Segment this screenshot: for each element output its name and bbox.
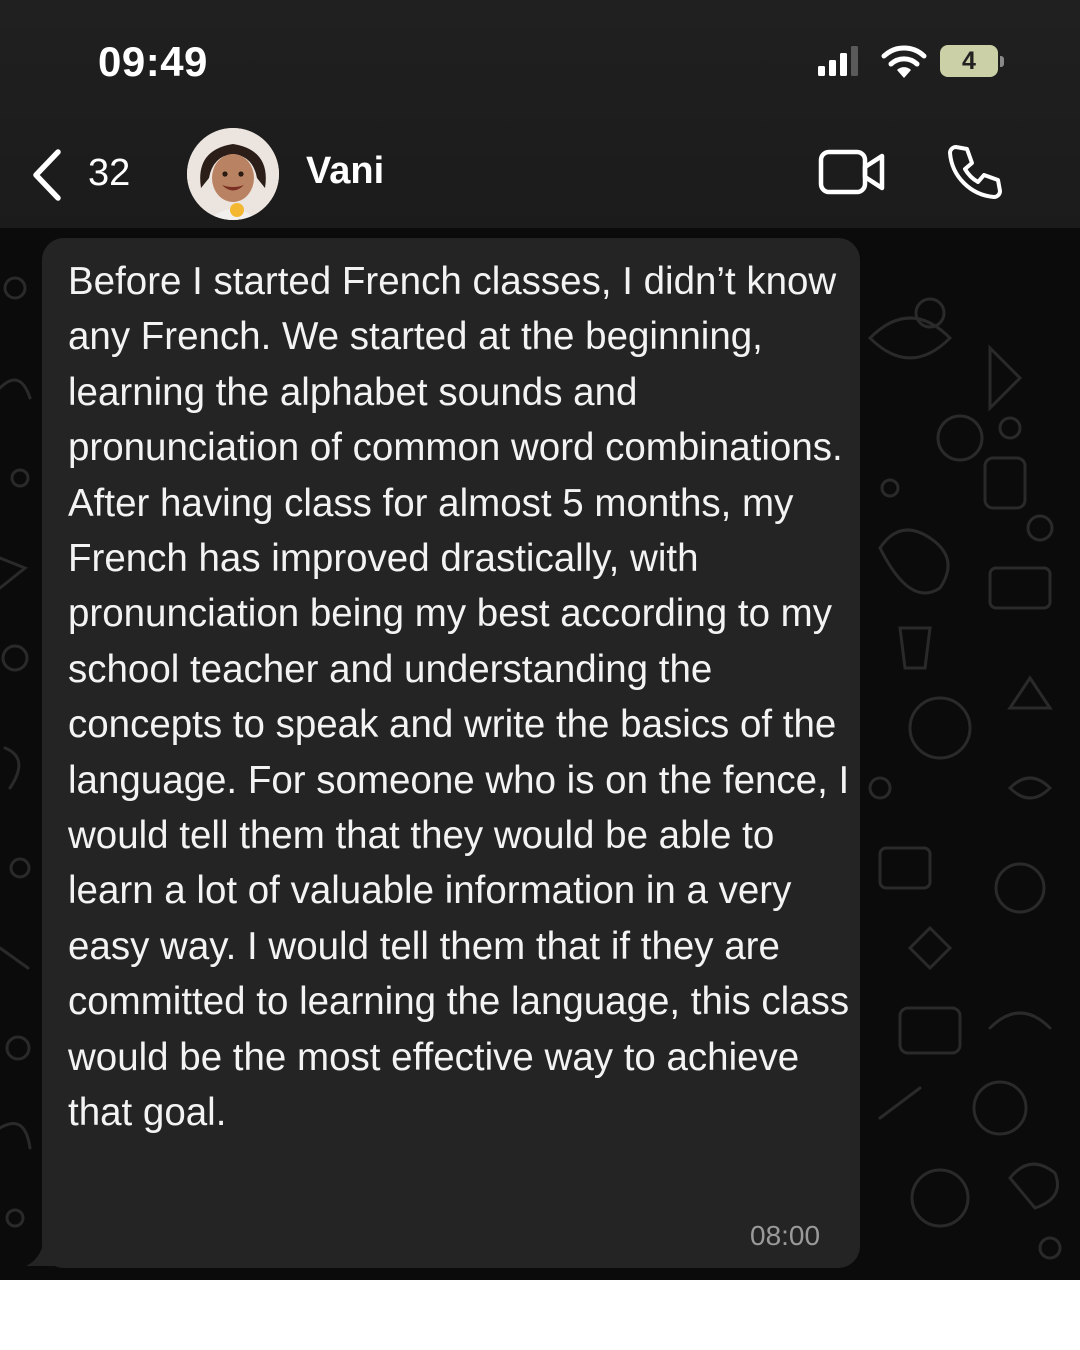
unread-count: 32 (88, 152, 131, 194)
message-bubble[interactable]: Before I started French classes, I didn’… (42, 238, 860, 1268)
chat-screen: 09:49 4 32 Vani Before I started French … (0, 0, 1080, 1280)
avatar-photo (187, 128, 279, 220)
battery-level: 4 (940, 45, 998, 77)
avatar[interactable] (187, 128, 279, 220)
video-camera-icon[interactable] (818, 148, 886, 196)
chevron-left-icon (33, 149, 61, 201)
cellular-signal-icon (818, 46, 858, 76)
wifi-icon (881, 45, 927, 78)
phone-icon[interactable] (944, 143, 1002, 201)
message-timestamp: 08:00 (750, 1220, 821, 1251)
status-time: 09:49 (98, 38, 208, 85)
battery-nub (1000, 56, 1004, 67)
top-bar: 09:49 4 32 Vani (0, 0, 1080, 228)
contact-name[interactable]: Vani (306, 150, 384, 193)
back-button[interactable]: 32 (28, 146, 148, 204)
battery-icon: 4 (940, 45, 1004, 79)
message-text: Before I started French classes, I didn’… (68, 260, 850, 1135)
